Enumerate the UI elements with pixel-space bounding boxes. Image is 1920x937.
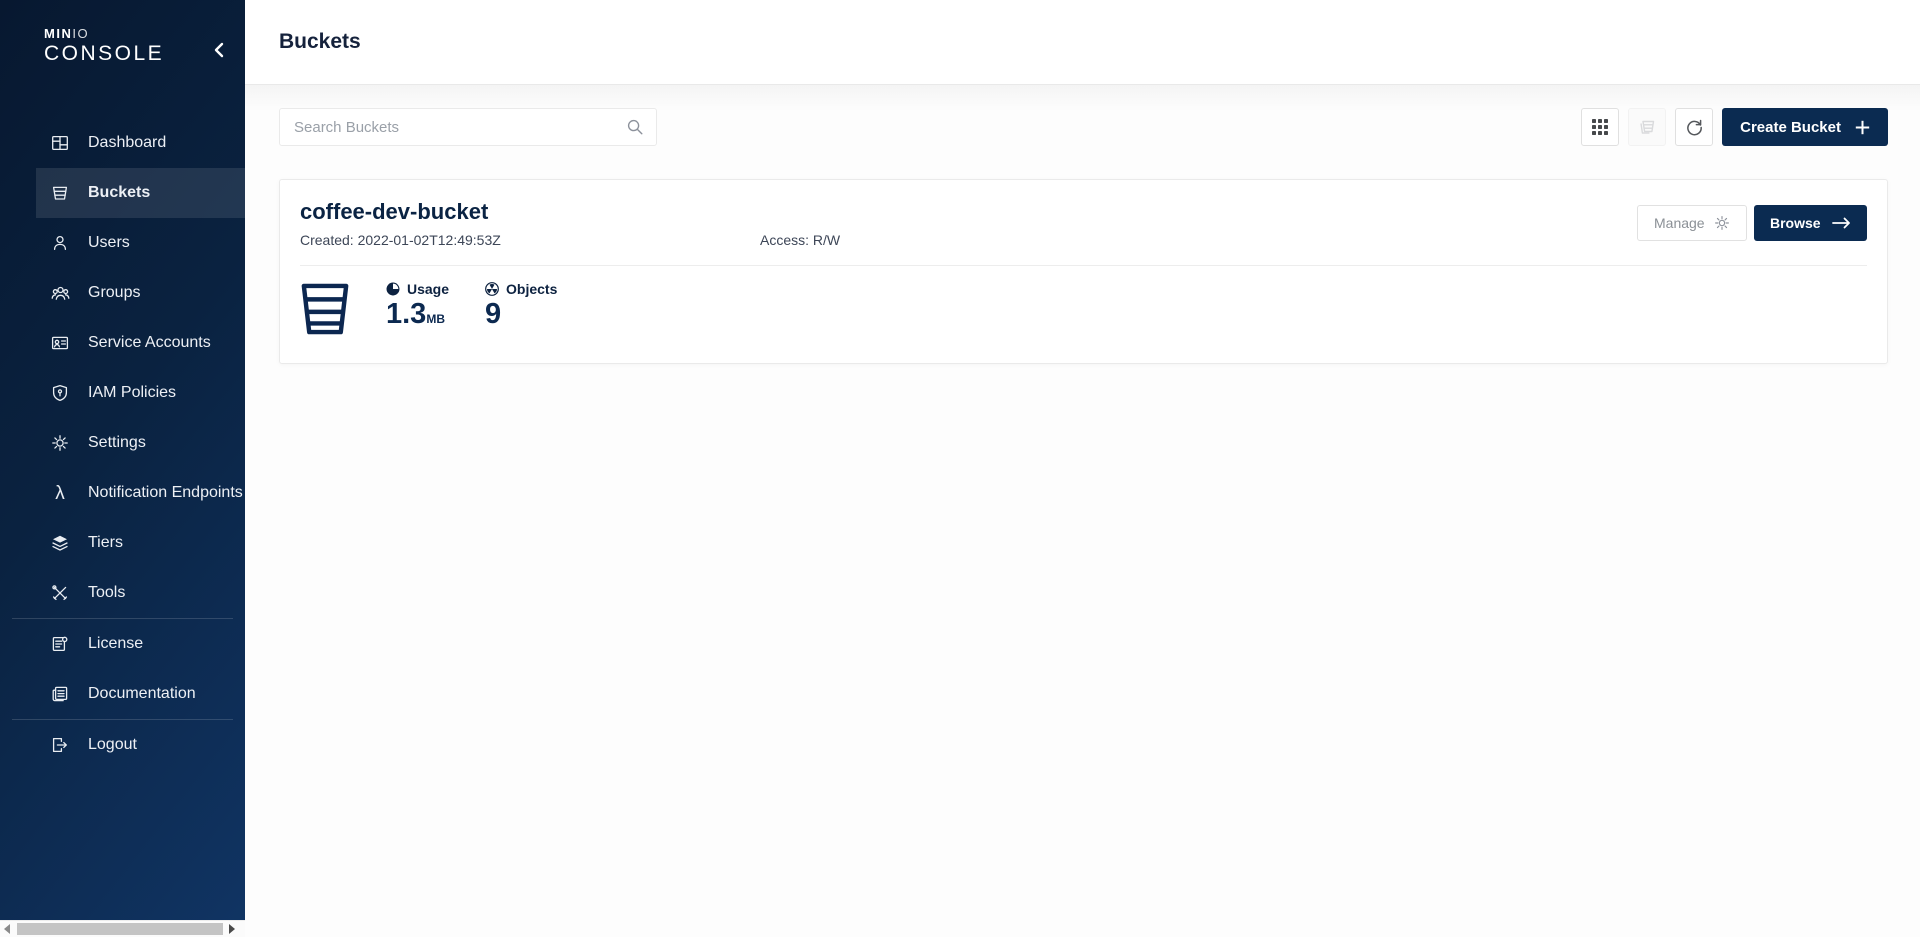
scrollbar-thumb[interactable] xyxy=(17,923,223,935)
sidebar-item-notification-endpoints[interactable]: λ Notification Endpoints xyxy=(0,468,245,518)
bucket-meta: Created: 2022-01-02T12:49:53Z Access: R/… xyxy=(300,232,1867,248)
sidebar-item-iam-policies[interactable]: IAM Policies xyxy=(0,368,245,418)
scrollbar-right-arrow[interactable] xyxy=(229,924,235,934)
objects-label: Objects xyxy=(506,281,557,297)
license-icon xyxy=(50,634,70,654)
refresh-button[interactable] xyxy=(1675,108,1713,146)
sidebar-item-label: License xyxy=(88,635,143,653)
sidebar-item-label: Tiers xyxy=(88,534,123,552)
sidebar-item-label: Groups xyxy=(88,284,140,302)
usage-unit: MB xyxy=(426,312,445,326)
horizontal-scrollbar[interactable] xyxy=(0,920,245,937)
scrollbar-left-arrow[interactable] xyxy=(4,924,10,934)
browse-button[interactable]: Browse xyxy=(1754,205,1867,241)
bucket-actions: Manage Browse xyxy=(1637,205,1867,241)
bucket-created: Created: 2022-01-02T12:49:53Z xyxy=(300,232,760,248)
sidebar-item-logout[interactable]: Logout xyxy=(0,720,245,770)
card-divider xyxy=(300,265,1867,266)
sidebar-item-dashboard[interactable]: Dashboard xyxy=(0,118,245,168)
page-header: Buckets xyxy=(245,0,1920,85)
buckets-toolbar: Create Bucket xyxy=(279,108,1888,146)
search-input[interactable] xyxy=(294,119,626,136)
sidebar-item-label: Settings xyxy=(88,434,146,452)
grid-view-button[interactable] xyxy=(1581,108,1619,146)
brand-io: IO xyxy=(72,26,89,41)
manage-label: Manage xyxy=(1654,215,1705,231)
search-box xyxy=(279,108,657,146)
manage-button[interactable]: Manage xyxy=(1637,205,1747,241)
service-accounts-icon xyxy=(50,333,70,353)
sidebar-item-label: IAM Policies xyxy=(88,384,176,402)
brand-wordmark: MINIO xyxy=(44,26,245,41)
bucket-stats: Usage 1.3MB Obj xyxy=(300,281,1867,337)
page-title: Buckets xyxy=(279,30,361,54)
sidebar-item-label: Tools xyxy=(88,584,125,602)
sidebar-item-license[interactable]: License xyxy=(0,619,245,669)
brand-min: MIN xyxy=(44,26,72,41)
bucket-access: Access: R/W xyxy=(760,232,840,248)
users-icon xyxy=(50,233,70,253)
bucket-list-icon xyxy=(1637,117,1657,137)
sidebar-item-label: Notification Endpoints xyxy=(88,484,243,502)
sidebar-collapse-button[interactable] xyxy=(209,40,229,60)
logout-icon xyxy=(50,735,70,755)
sidebar-item-label: Dashboard xyxy=(88,134,166,152)
usage-value: 1.3MB xyxy=(386,299,449,331)
browse-label: Browse xyxy=(1770,215,1821,231)
sidebar-item-label: Buckets xyxy=(88,184,150,202)
sidebar-item-label: Documentation xyxy=(88,685,196,703)
bucket-name[interactable]: coffee-dev-bucket xyxy=(300,199,1867,225)
refresh-icon xyxy=(1685,118,1704,137)
sidebar-item-settings[interactable]: Settings xyxy=(0,418,245,468)
plus-icon xyxy=(1855,120,1870,135)
grid-view-icon xyxy=(1591,118,1609,136)
logo: MINIO CONSOLE xyxy=(0,0,245,85)
sidebar-item-users[interactable]: Users xyxy=(0,218,245,268)
groups-icon xyxy=(50,283,70,303)
sidebar-item-groups[interactable]: Groups xyxy=(0,268,245,318)
chevron-left-icon xyxy=(214,42,224,58)
sidebar-item-tools[interactable]: Tools xyxy=(0,568,245,618)
buckets-content: Create Bucket coffee-dev-bucket Created:… xyxy=(245,85,1920,364)
documentation-icon xyxy=(50,684,70,704)
sidebar-item-service-accounts[interactable]: Service Accounts xyxy=(0,318,245,368)
create-bucket-label: Create Bucket xyxy=(1740,119,1841,136)
usage-pie-icon xyxy=(386,282,400,296)
usage-metric: Usage 1.3MB xyxy=(386,281,449,331)
usage-label: Usage xyxy=(407,281,449,297)
tiers-icon xyxy=(50,533,70,553)
toolbar-actions: Create Bucket xyxy=(1581,108,1888,146)
main-content: Buckets xyxy=(245,0,1920,937)
objects-metric: Objects 9 xyxy=(485,281,557,331)
settings-icon xyxy=(50,433,70,453)
lambda-icon: λ xyxy=(50,483,70,503)
sidebar-item-documentation[interactable]: Documentation xyxy=(0,669,245,719)
sidebar-nav: Dashboard Buckets Users Groups Service A xyxy=(0,118,245,770)
bucket-card: coffee-dev-bucket Created: 2022-01-02T12… xyxy=(279,179,1888,364)
sidebar-item-label: Service Accounts xyxy=(88,334,211,352)
arrow-right-icon xyxy=(1832,217,1851,229)
sidebar-item-buckets[interactable]: Buckets xyxy=(36,168,245,218)
sidebar-item-tiers[interactable]: Tiers xyxy=(0,518,245,568)
iam-policies-icon xyxy=(50,383,70,403)
sidebar-item-label: Users xyxy=(88,234,130,252)
objects-icon xyxy=(485,282,499,296)
list-view-button xyxy=(1628,108,1666,146)
sidebar: MINIO CONSOLE Dashboard Buckets User xyxy=(0,0,245,920)
sidebar-item-label: Logout xyxy=(88,736,137,754)
tools-icon xyxy=(50,583,70,603)
gear-icon xyxy=(1714,215,1730,231)
dashboard-icon xyxy=(50,133,70,153)
create-bucket-button[interactable]: Create Bucket xyxy=(1722,108,1888,146)
buckets-icon xyxy=(50,183,70,203)
objects-value: 9 xyxy=(485,299,557,331)
bucket-icon-large xyxy=(300,281,350,337)
search-icon xyxy=(626,118,644,136)
